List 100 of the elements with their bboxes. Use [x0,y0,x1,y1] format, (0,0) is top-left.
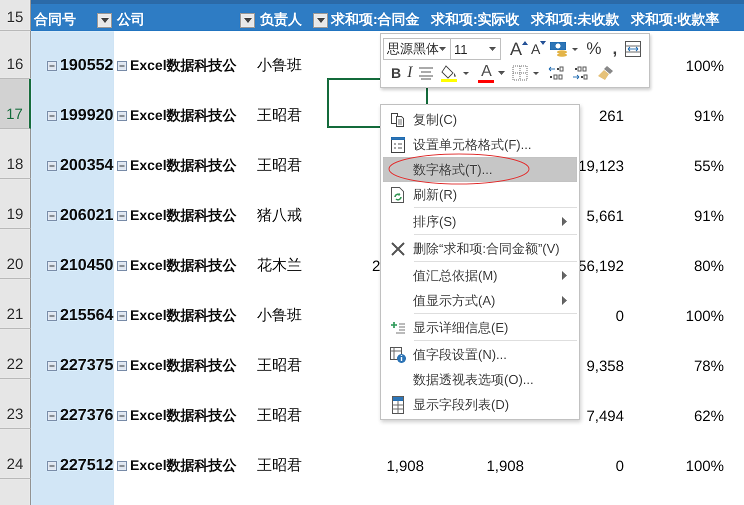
down-triangle-icon [540,41,546,45]
menu-item[interactable]: 复制(C) [383,107,577,132]
collapse-icon[interactable] [117,211,127,221]
font-color-button[interactable]: A [478,64,506,82]
owner-name: 花木兰 [257,256,302,275]
font-size-field[interactable]: 11 [450,38,501,60]
value-cell: 55% [694,158,724,175]
borders-button[interactable] [511,64,542,82]
row-number[interactable]: 21 [0,279,31,329]
collapse-icon[interactable] [117,261,127,271]
value-cell: 261 [598,108,624,125]
owner-name: 小鲁班 [257,56,302,75]
column-header: 合同号 [31,0,114,31]
column-header: 负责人 [257,0,330,31]
collapse-icon[interactable] [117,311,127,321]
collapse-icon[interactable] [47,461,57,471]
row-number[interactable]: 20 [0,229,31,279]
collapse-icon[interactable] [47,211,57,221]
header-background [730,0,744,31]
comma-button[interactable]: , [608,39,622,59]
caret-icon [489,47,496,51]
value-cell: 1,908 [386,458,424,475]
menu-item[interactable]: 值字段设置(N)... [383,342,577,367]
contract-number: 206021 [60,207,114,225]
value-cell: 0 [616,458,624,475]
row-number[interactable]: 16 [0,31,31,79]
caret-icon [316,18,324,22]
collapse-icon[interactable] [117,61,127,71]
value-cell: 5,661 [586,208,624,225]
row-number[interactable]: 19 [0,179,31,229]
value-cell: 100% [686,58,724,75]
collapse-icon[interactable] [47,411,57,421]
value-cell: 9,358 [586,358,624,375]
copy-icon [390,112,406,128]
company-name: Excel数据科技公 [130,257,237,275]
filter-button[interactable] [313,12,328,28]
filter-button[interactable] [240,12,255,28]
bold-button[interactable]: B [391,65,402,81]
company-name: Excel数据科技公 [130,407,237,425]
collapse-icon[interactable] [117,361,127,371]
currency-button[interactable] [549,40,580,58]
menu-item[interactable]: 删除“求和项:合同金额”(V) [383,236,577,261]
menu-item[interactable]: 值汇总依据(M) [383,263,577,288]
collapse-icon[interactable] [47,161,57,171]
company-name: Excel数据科技公 [130,357,237,375]
company-name: Excel数据科技公 [130,307,237,325]
collapse-icon[interactable] [47,311,57,321]
value-cell: 56,192 [578,258,624,275]
column-header: 求和项:实际收 [430,0,530,31]
decrease-decimal-icon[interactable] [571,64,590,82]
contract-number: 227375 [60,357,114,375]
increase-decimal-icon[interactable] [547,64,566,82]
percent-button[interactable]: % [582,39,606,59]
menu-item[interactable]: 显示详细信息(E) [383,315,577,340]
show-detail-icon [390,320,406,334]
value-cell: 0 [616,308,624,325]
collapse-icon[interactable] [117,161,127,171]
table-format-icon[interactable] [624,40,642,58]
contract-number: 199920 [60,107,114,125]
value-cell: 62% [694,408,724,425]
value-cell: 19,123 [578,158,624,175]
collapse-icon[interactable] [117,411,127,421]
collapse-icon[interactable] [117,461,127,471]
row-number[interactable]: 17 [0,79,31,129]
font-field[interactable]: 思源黑体 [383,38,451,60]
collapse-icon[interactable] [47,61,57,71]
value-cell: 91% [694,208,724,225]
row-number[interactable]: 22 [0,329,31,379]
align-center-icon[interactable] [418,66,434,80]
owner-name: 猪八戒 [257,206,302,225]
shrink-font-button[interactable]: A [531,41,546,57]
format-cells-icon [390,136,406,154]
delete-icon [391,242,405,256]
collapse-icon[interactable] [47,361,57,371]
menu-item[interactable]: 刷新(R) [383,182,577,207]
owner-name: 小鲁班 [257,306,302,325]
value-cell: 7,494 [586,408,624,425]
collapse-icon[interactable] [47,261,57,271]
italic-button[interactable]: I [407,64,412,82]
menu-item[interactable]: 值显示方式(A) [383,288,577,313]
menu-item[interactable]: 排序(S) [383,209,577,234]
owner-name: 王昭君 [257,406,302,425]
caret-icon [244,18,252,22]
grow-font-button[interactable]: A [510,38,528,60]
up-triangle-icon [522,41,528,45]
collapse-icon[interactable] [117,111,127,121]
owner-name: 王昭君 [257,356,302,375]
menu-item[interactable]: 数据透视表选项(O)... [383,367,577,392]
filter-button[interactable] [97,12,112,28]
value-cell: 1,908 [486,458,524,475]
menu-item[interactable]: 显示字段列表(D) [383,392,577,417]
caret-icon [498,71,506,75]
row-number[interactable]: 18 [0,129,31,179]
row-number[interactable]: 23 [0,379,31,429]
collapse-icon[interactable] [47,111,57,121]
company-name: Excel数据科技公 [130,207,237,225]
owner-name: 王昭君 [257,456,302,475]
column-header: 求和项:合同金 [330,0,430,31]
row-number[interactable]: 24 [0,429,31,479]
menu-item[interactable]: 设置单元格格式(F)... [383,132,577,157]
